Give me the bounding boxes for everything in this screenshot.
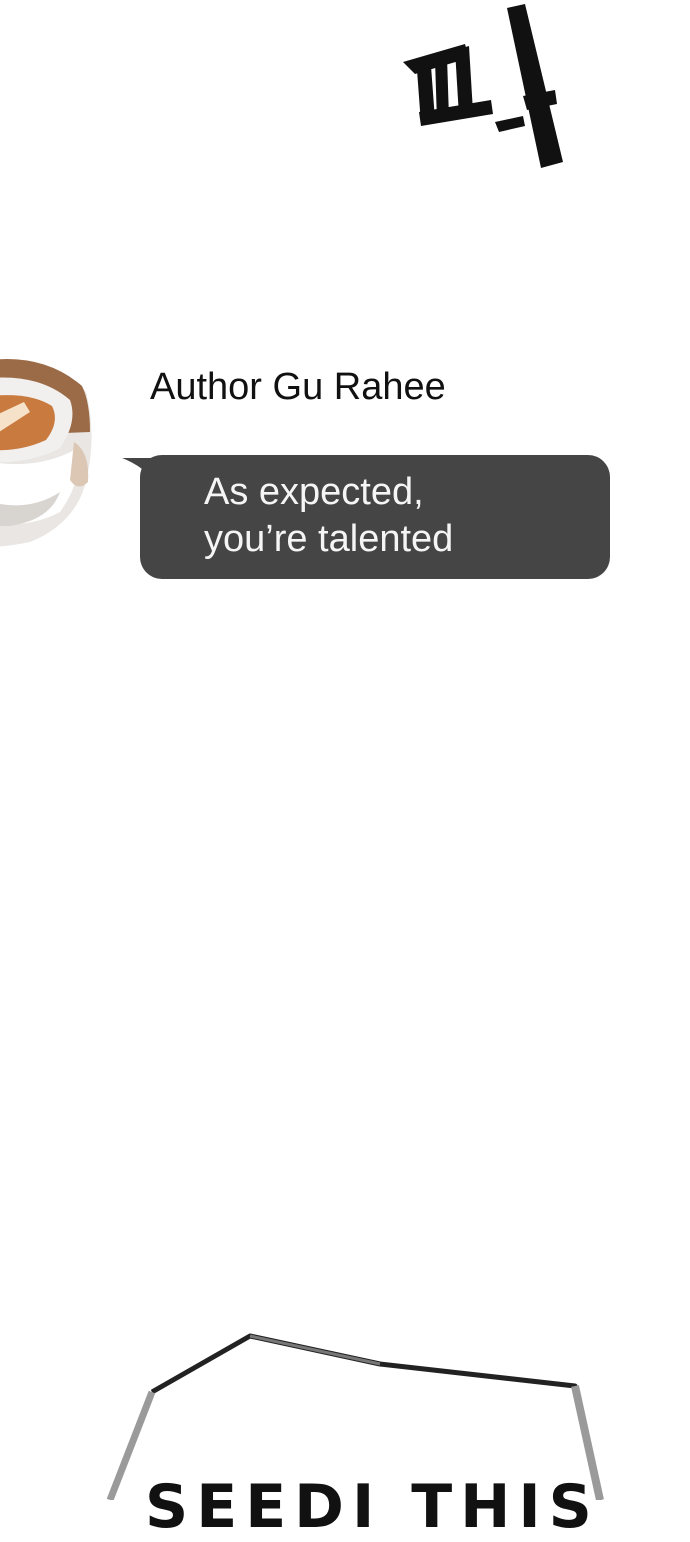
message-bubble: As expected, you’re talented [140, 455, 610, 579]
message-line: As expected, [204, 471, 424, 513]
avatar [0, 359, 92, 547]
author-name: Author Gu Rahee [150, 366, 446, 408]
message-line: you’re talented [204, 518, 454, 560]
sound-effect-lettering [403, 4, 563, 168]
panel-lettering: SEEDI THIS [145, 1472, 600, 1542]
